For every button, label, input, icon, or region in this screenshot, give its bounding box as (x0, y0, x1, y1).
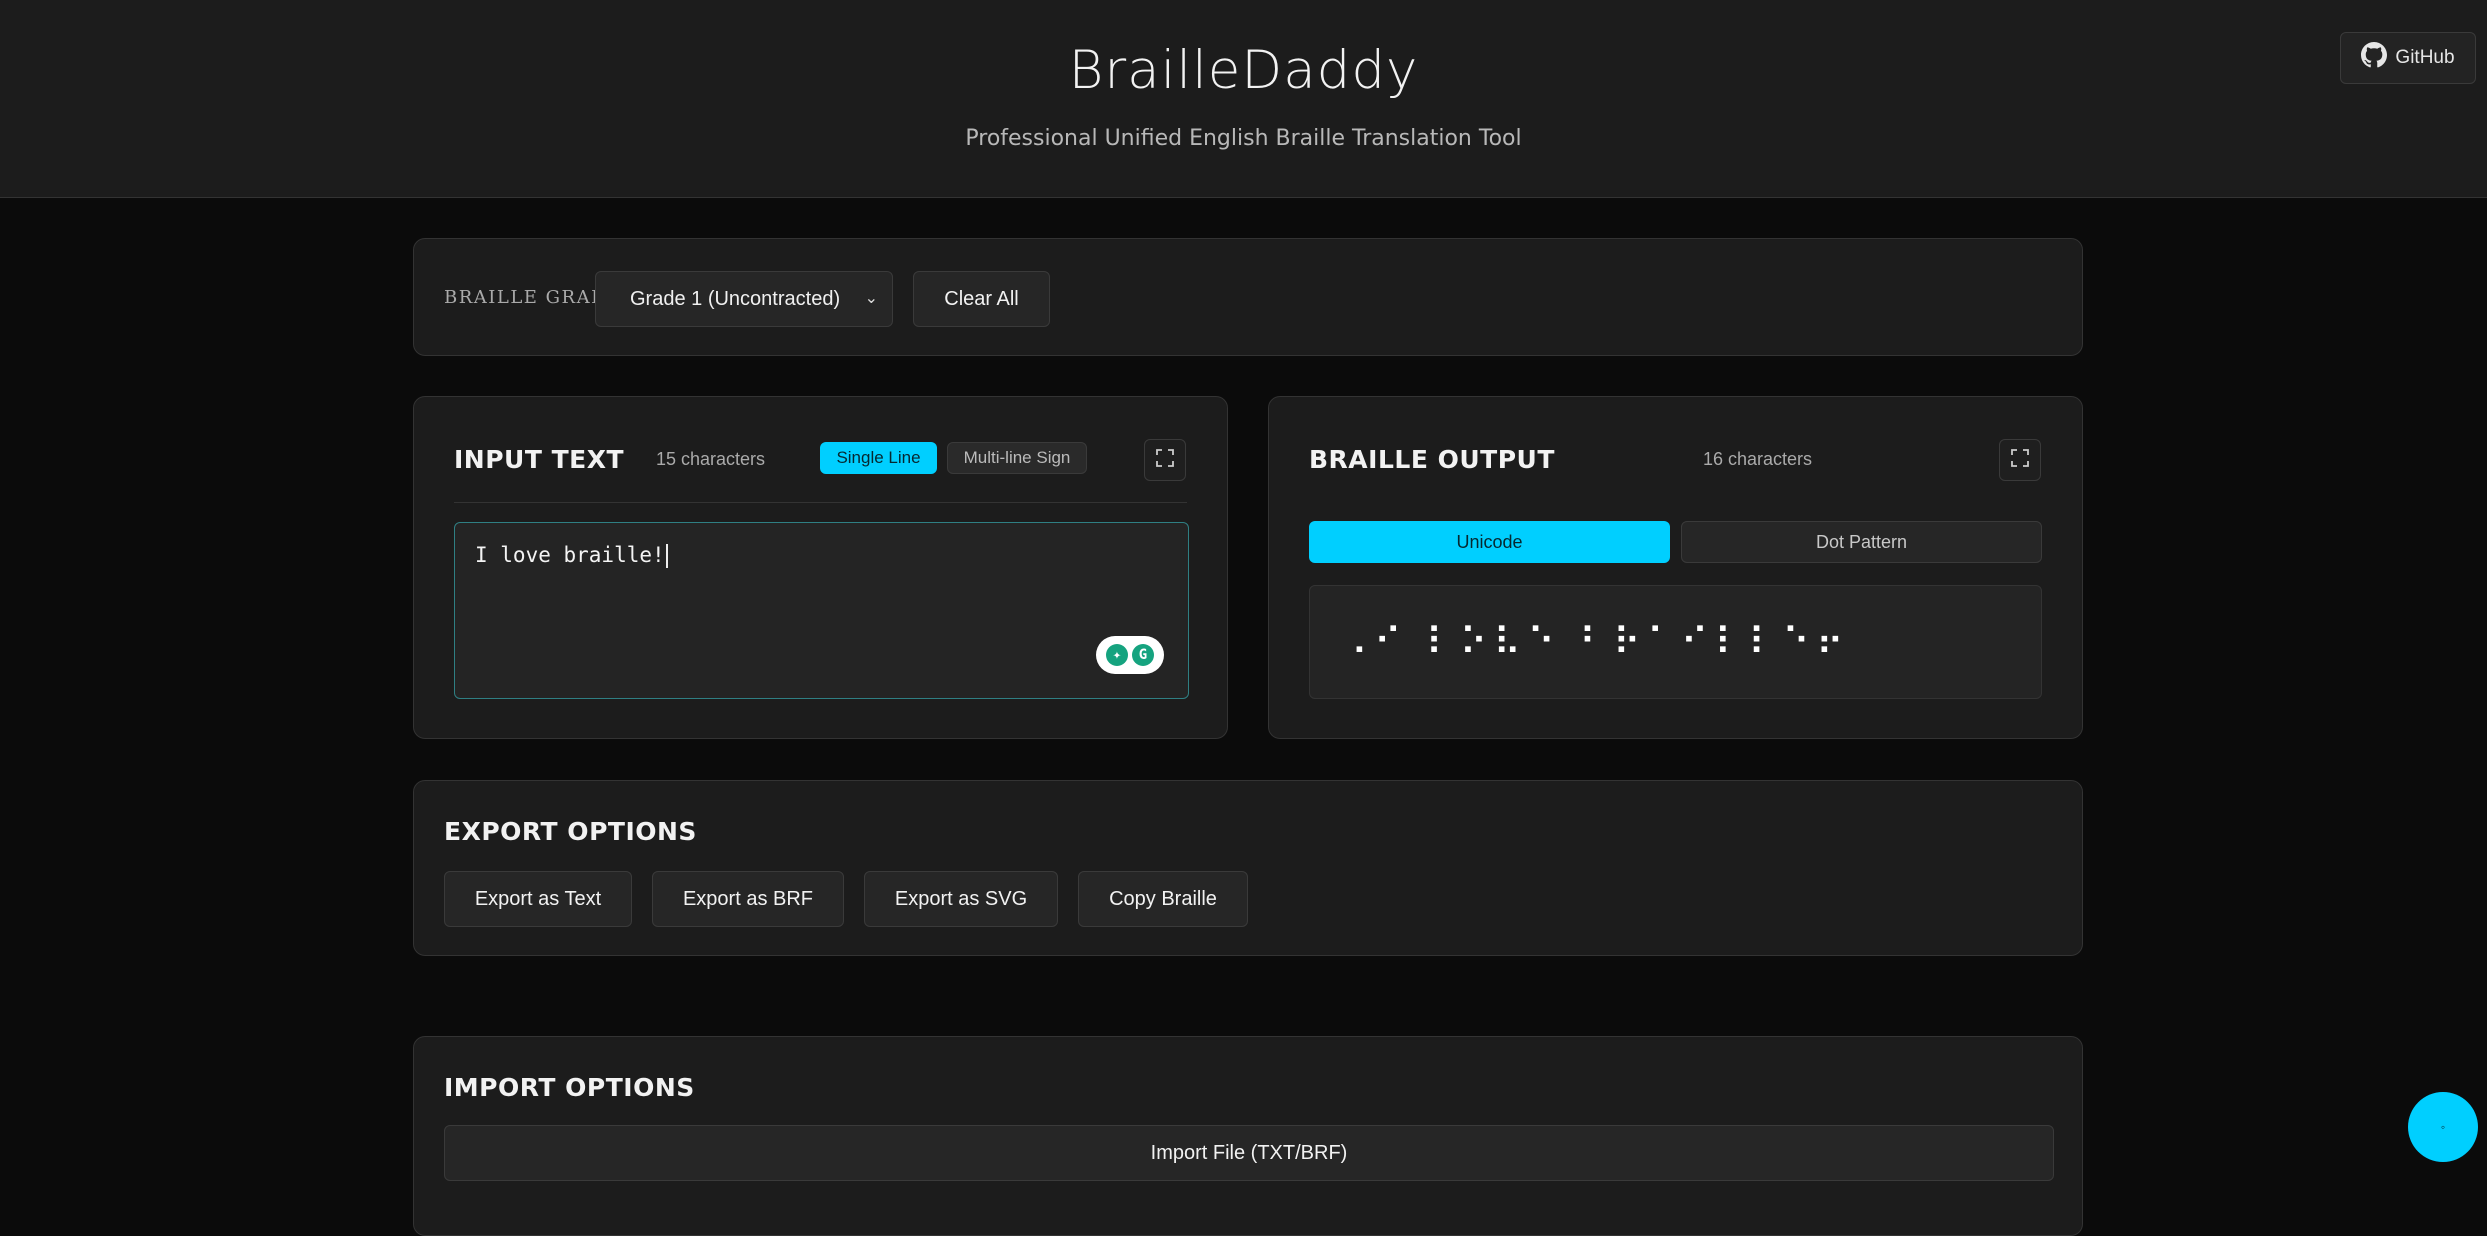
tab-dot-pattern[interactable]: Dot Pattern (1681, 521, 2042, 563)
fab-icon: ◦ (2440, 1120, 2446, 1134)
settings-card: BRAILLE GRADE Grade 1 (Uncontracted) ⌄ C… (413, 238, 2083, 356)
input-char-count: 15 characters (656, 449, 766, 469)
single-line-toggle[interactable]: Single Line (820, 442, 937, 474)
tab-unicode[interactable]: Unicode (1309, 521, 1670, 563)
github-label: GitHub (2395, 47, 2455, 68)
input-expand-button[interactable] (1144, 439, 1186, 481)
input-panel: INPUT TEXT 15 characters Single Line Mul… (413, 396, 1228, 739)
import-title: IMPORT OPTIONS (444, 1073, 695, 1102)
multi-line-toggle[interactable]: Multi-line Sign (947, 442, 1087, 474)
output-char-count: 16 characters (1703, 449, 1813, 469)
braille-output-text: ⠠⠊ ⠇⠕⠧⠑ ⠃⠗⠁⠊⠇⠇⠑⠖ (1340, 620, 1850, 664)
output-panel: BRAILLE OUTPUT 16 characters Unicode Dot… (1268, 396, 2083, 739)
export-panel: EXPORT OPTIONS Export as Text Export as … (413, 780, 2083, 956)
expand-icon (2011, 448, 2029, 472)
text-input-value: I love braille! (475, 543, 665, 567)
floating-action-button[interactable]: ◦ (2408, 1092, 2478, 1162)
expand-icon (1156, 448, 1174, 472)
copy-braille-button[interactable]: Copy Braille (1078, 871, 1248, 927)
export-svg-button[interactable]: Export as SVG (864, 871, 1058, 927)
github-icon (2361, 42, 2388, 74)
chevron-down-icon: ⌄ (864, 290, 878, 307)
export-text-button[interactable]: Export as Text (444, 871, 632, 927)
export-brf-button[interactable]: Export as BRF (652, 871, 844, 927)
input-title: INPUT TEXT (454, 445, 625, 474)
text-caret (665, 544, 668, 568)
app-title: BrailleDaddy (1068, 40, 1419, 101)
output-title: BRAILLE OUTPUT (1309, 445, 1555, 474)
grammarly-widget[interactable]: ✦ G (1096, 636, 1164, 674)
app-header: BrailleDaddy Professional Unified Englis… (0, 0, 2487, 198)
app-subtitle: Professional Unified English Braille Tra… (965, 126, 1522, 151)
input-divider (454, 502, 1187, 503)
github-button[interactable]: GitHub (2340, 32, 2476, 84)
grammarly-icon: G (1132, 644, 1154, 666)
output-expand-button[interactable] (1999, 439, 2041, 481)
export-title: EXPORT OPTIONS (444, 817, 697, 846)
grade-selected-value: Grade 1 (Uncontracted) (630, 287, 841, 310)
import-panel: IMPORT OPTIONS Import File (TXT/BRF) (413, 1036, 2083, 1236)
braille-output-box: ⠠⠊ ⠇⠕⠧⠑ ⠃⠗⠁⠊⠇⠇⠑⠖ (1309, 585, 2042, 699)
import-file-button[interactable]: Import File (TXT/BRF) (444, 1125, 2054, 1181)
grammarly-assist-icon: ✦ (1106, 644, 1128, 666)
text-input[interactable]: I love braille! ✦ G (454, 522, 1189, 699)
grade-select[interactable]: Grade 1 (Uncontracted) ⌄ (595, 271, 893, 327)
clear-all-button[interactable]: Clear All (913, 271, 1050, 327)
